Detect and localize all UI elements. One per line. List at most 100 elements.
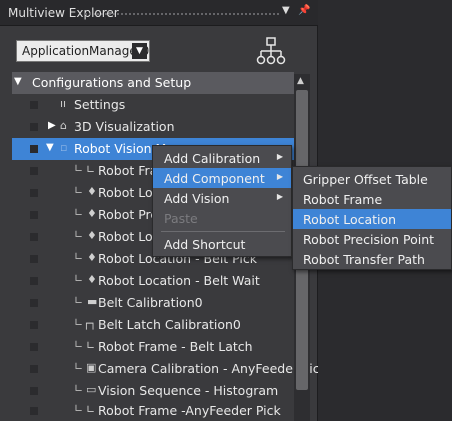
tree-item-label: Robot Location - Belt Wait <box>98 273 260 288</box>
sequence-icon: ▭ <box>86 383 97 396</box>
tree-item-label: 3D Visualization <box>74 119 175 134</box>
submenu-item-label: Robot Transfer Path <box>303 252 425 267</box>
tree-item-marker <box>30 343 38 351</box>
tree-branch-icon: ∟ <box>74 382 84 395</box>
frame-icon: ∟ <box>86 339 96 352</box>
submenu-item-robot-location[interactable]: Robot Location <box>293 209 451 229</box>
menu-item-label: Paste <box>164 211 198 226</box>
tree-branch-icon: ∟ <box>74 162 84 175</box>
submenu-item-robot-transfer-path[interactable]: Robot Transfer Path <box>293 249 451 269</box>
location-icon: ♦ <box>87 185 97 198</box>
menu-item-add-vision[interactable]: Add Vision ▶ <box>153 188 291 208</box>
vision-icon: ▫ <box>60 141 68 154</box>
tree-item-label: Vision Sequence - Histogram <box>98 383 279 398</box>
tree-item-belt-calibration[interactable]: ∟ ▬ Belt Calibration0 <box>12 292 294 314</box>
visualization-icon: ⌂ <box>60 119 67 132</box>
application-selector-value: ApplicationManager0 <box>22 44 150 58</box>
submenu-item-label: Gripper Offset Table <box>303 172 428 187</box>
context-menu: Add Calibration ▶ Add Component ▶ Add Vi… <box>152 145 292 257</box>
tree-header-label: Configurations and Setup <box>32 75 192 90</box>
location-icon: ♦ <box>87 207 97 220</box>
tree-branch-icon: ∟ <box>74 316 84 329</box>
expand-arrow-icon[interactable]: ▶ <box>48 120 56 131</box>
tree-item-label: Belt Calibration0 <box>98 295 203 310</box>
tree-item-marker <box>30 123 38 131</box>
menu-item-label: Add Vision <box>164 191 230 206</box>
menu-item-label: Add Shortcut <box>164 237 246 252</box>
menu-item-add-calibration[interactable]: Add Calibration ▶ <box>153 148 291 168</box>
tree-item-marker <box>30 387 38 395</box>
tree-item-robot-frame-anyfeeder[interactable]: ∟ ∟ Robot Frame -AnyFeeder Pick <box>12 400 294 421</box>
camera-icon: ▣ <box>86 361 97 374</box>
location-icon: ♦ <box>87 273 97 286</box>
hierarchy-icon[interactable] <box>256 36 286 68</box>
submenu-item-label: Robot Precision Point <box>303 232 435 247</box>
tree-item-robot-frame-belt-latch[interactable]: ∟ ∟ Robot Frame - Belt Latch <box>12 336 294 358</box>
tree-item-marker <box>30 233 38 241</box>
menu-item-label: Add Component <box>164 171 265 186</box>
submenu-arrow-icon: ▶ <box>276 172 283 181</box>
latch-icon: ┌┐ <box>83 317 97 330</box>
location-icon: ♦ <box>87 251 97 264</box>
scroll-up-icon[interactable]: ▲ <box>297 76 304 86</box>
tree-item-label: Robot Frame -AnyFeeder Pick <box>98 403 281 418</box>
tree-branch-icon: ∟ <box>74 294 84 307</box>
tree-branch-icon: ∟ <box>74 338 84 351</box>
menu-item-add-component[interactable]: Add Component ▶ <box>153 168 291 188</box>
tree-item-marker <box>30 321 38 329</box>
submenu-item-label: Robot Frame <box>303 192 383 207</box>
tree-item-belt-latch-calibration[interactable]: ∟ ┌┐ Belt Latch Calibration0 <box>12 314 294 336</box>
menu-separator <box>161 231 285 232</box>
tree-item-label: Robot Frame - Belt Latch <box>98 339 253 354</box>
tree-item-robot-location-belt-wait[interactable]: ∟ ♦ Robot Location - Belt Wait <box>12 270 294 292</box>
tree-item-marker <box>30 211 38 219</box>
tree-item-label: Settings <box>74 97 126 112</box>
add-component-submenu: Gripper Offset Table Robot Frame Robot L… <box>292 166 452 270</box>
tree-item-marker <box>30 277 38 285</box>
pin-icon[interactable]: 📌 <box>298 5 310 16</box>
tree-item-settings[interactable]: ıı Settings <box>12 94 294 116</box>
tree-branch-icon: ∟ <box>74 206 84 219</box>
submenu-arrow-icon: ▶ <box>276 192 283 201</box>
chevron-down-icon[interactable]: ▼ <box>132 43 147 59</box>
tree-item-marker <box>30 365 38 373</box>
tree-item-marker <box>30 407 38 415</box>
frame-icon: ∟ <box>86 403 96 416</box>
tree-branch-icon: ∟ <box>74 272 84 285</box>
drag-grip-icon[interactable] <box>84 12 280 16</box>
explorer-titlebar[interactable]: Multiview Explorer ▼ 📌 <box>0 0 318 26</box>
tree-item-marker <box>30 255 38 263</box>
menu-item-paste: Paste <box>153 208 291 228</box>
tree-item-marker <box>30 189 38 197</box>
submenu-item-label: Robot Location <box>303 212 397 227</box>
tree-branch-icon: ∟ <box>74 228 84 241</box>
belt-icon: ▬ <box>87 295 98 308</box>
tree-item-marker <box>30 101 38 109</box>
tree-item-3d-visualization[interactable]: ▶ ⌂ 3D Visualization <box>12 116 294 138</box>
location-icon: ♦ <box>87 229 97 242</box>
tree-item-vision-sequence[interactable]: ∟ ▭ Vision Sequence - Histogram <box>12 380 294 402</box>
collapse-arrow-icon[interactable]: ▼ <box>14 76 22 87</box>
tree-item-camera-calibration[interactable]: ∟ ▣ Camera Calibration - AnyFeeder Pic <box>12 358 320 380</box>
window-menu-icon[interactable]: ▼ <box>282 5 290 16</box>
settings-icon: ıı <box>60 97 67 110</box>
submenu-item-robot-frame[interactable]: Robot Frame <box>293 189 451 209</box>
submenu-arrow-icon: ▶ <box>276 152 283 161</box>
submenu-item-gripper-offset-table[interactable]: Gripper Offset Table <box>293 169 451 189</box>
tree-item-label: Camera Calibration - AnyFeeder Pic <box>98 361 320 376</box>
tree-item-marker <box>30 167 38 175</box>
collapse-arrow-icon[interactable]: ▼ <box>46 142 54 153</box>
tree-branch-icon: ∟ <box>74 360 84 373</box>
menu-item-add-shortcut[interactable]: Add Shortcut <box>153 234 291 254</box>
tree-branch-icon: ∟ <box>74 402 84 415</box>
frame-icon: ∟ <box>86 163 96 176</box>
menu-item-label: Add Calibration <box>164 151 261 166</box>
tree-branch-icon: ∟ <box>74 250 84 263</box>
submenu-item-robot-precision-point[interactable]: Robot Precision Point <box>293 229 451 249</box>
application-selector[interactable]: ApplicationManager0 ▼ <box>16 40 150 62</box>
tree-item-marker <box>30 299 38 307</box>
tree-item-marker <box>30 145 38 153</box>
tree-branch-icon: ∟ <box>74 184 84 197</box>
tree-header-configurations[interactable]: ▼ Configurations and Setup <box>12 72 294 94</box>
tree-item-label: Belt Latch Calibration0 <box>98 317 241 332</box>
